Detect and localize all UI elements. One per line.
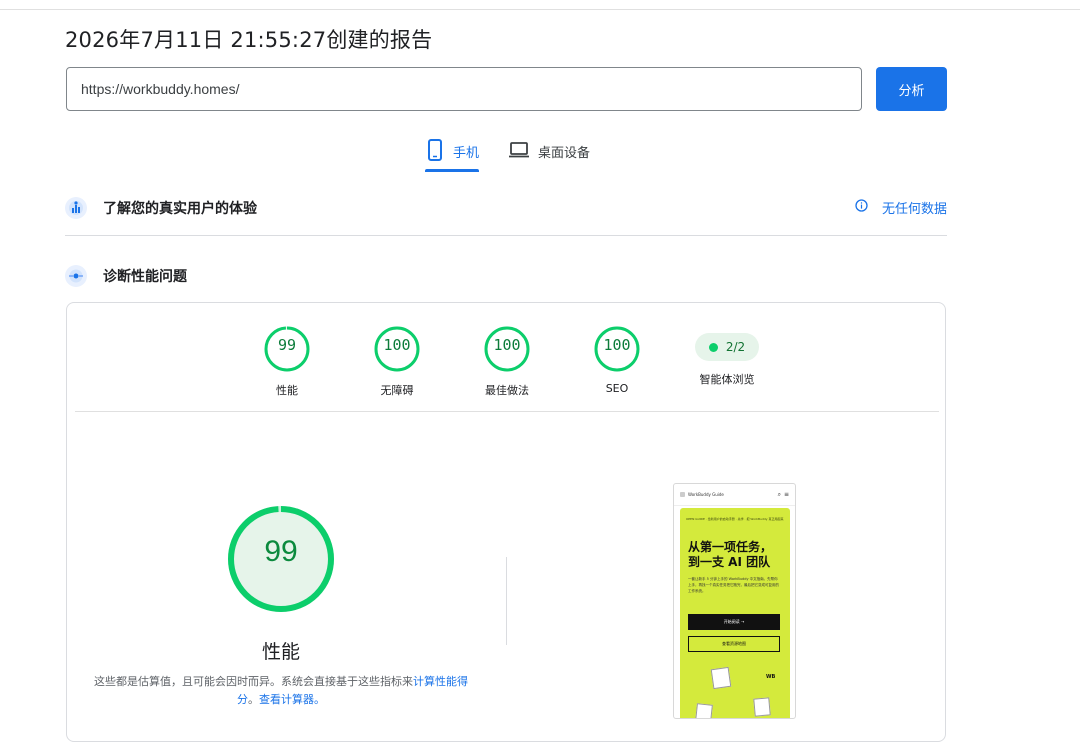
agentic-label: 智能体浏览 xyxy=(699,373,755,386)
score-value: 100 xyxy=(603,336,631,354)
scores-card: 99 性能 100 无障碍 100 最佳做法 100 SEO 2/2 智能体浏览 xyxy=(66,302,946,742)
tab-mobile[interactable]: 手机 xyxy=(425,138,480,172)
thumb-site-name: WorkBuddy Guide xyxy=(688,492,724,497)
thumb-card xyxy=(695,703,713,718)
score-best-practices[interactable]: 100 最佳做法 xyxy=(472,325,542,398)
performance-score: 99 xyxy=(264,535,298,568)
tab-desktop[interactable]: 桌面设备 xyxy=(508,138,590,172)
thumb-headline: 从第一项任务， 到一支 AI 团队 xyxy=(688,540,773,569)
info-icon xyxy=(855,199,868,216)
thumb-menu-icon: ≡ xyxy=(783,491,789,498)
thumb-primary-cta: 开始阅读 → xyxy=(688,614,780,630)
thumb-tagline: OPEN GUIDE · 给新用户的启动手册 · 先学 · 把 WorkBudd… xyxy=(686,517,784,521)
score-label: 性能 xyxy=(276,384,298,397)
performance-label: 性能 xyxy=(261,641,300,663)
score-gauge: 100 xyxy=(483,325,531,373)
tab-mobile-label: 手机 xyxy=(453,146,480,161)
thumb-card xyxy=(710,666,732,690)
lab-data-section: 诊断性能问题 xyxy=(65,262,947,290)
score-label: 最佳做法 xyxy=(485,384,529,397)
thumb-logo-icon xyxy=(680,492,685,497)
score-value: 99 xyxy=(277,336,297,354)
pass-dot-icon xyxy=(708,342,718,352)
score-label: 无障碍 xyxy=(380,384,414,397)
agentic-value: 2/2 xyxy=(725,340,746,354)
thumb-subtext: 一套让新手 5 分钟上手的 WorkBuddy 中文指南。先帮你上手，再找一个真… xyxy=(688,577,779,593)
note-sep: 。 xyxy=(248,693,259,706)
vertical-separator xyxy=(506,557,507,645)
score-label: SEO xyxy=(605,382,629,395)
field-data-title: 了解您的真实用户的体验 xyxy=(103,201,257,217)
lab-data-title: 诊断性能问题 xyxy=(103,269,187,285)
score-value: 100 xyxy=(383,336,411,354)
agentic-pill: 2/2 xyxy=(694,333,760,361)
section-divider xyxy=(65,235,947,236)
top-border xyxy=(0,9,1080,10)
score-performance[interactable]: 99 性能 xyxy=(252,325,322,398)
no-data-link[interactable]: 无任何数据 xyxy=(855,198,947,217)
calculator-link[interactable]: 查看计算器。 xyxy=(259,693,325,706)
tab-desktop-label: 桌面设备 xyxy=(538,146,591,161)
card-divider xyxy=(75,411,939,412)
users-chart-icon xyxy=(65,197,87,219)
thumb-secondary-cta: 查看资源地图 xyxy=(688,636,780,652)
note-text: 这些都是估算值，且可能会因时而异。系统会直接基于这些指标来 xyxy=(94,675,413,688)
thumb-hero: OPEN GUIDE · 给新用户的启动手册 · 先学 · 把 WorkBudd… xyxy=(680,508,790,718)
score-seo[interactable]: 100 SEO xyxy=(582,325,652,395)
performance-note: 这些都是估算值，且可能会因时而异。系统会直接基于这些指标来计算性能得分。查看计算… xyxy=(91,673,471,709)
report-title: 2026年7月11日 21:55:27创建的报告 xyxy=(65,28,433,52)
smartphone-icon xyxy=(425,138,445,166)
no-data-label: 无任何数据 xyxy=(881,202,947,217)
score-gauge: 100 xyxy=(593,325,641,373)
thumb-card xyxy=(753,697,771,717)
analyze-button[interactable]: 分析 xyxy=(876,67,947,111)
final-screenshot: WorkBuddy Guide ⌕ ≡ OPEN GUIDE · 给新用户的启动… xyxy=(673,483,796,719)
score-agentic-browsing[interactable]: 2/2 智能体浏览 xyxy=(682,325,772,387)
lab-pulse-icon xyxy=(65,265,87,287)
score-gauge: 99 xyxy=(263,325,311,373)
laptop-icon xyxy=(508,138,530,166)
thumb-search-icon: ⌕ xyxy=(777,490,781,498)
score-gauge: 100 xyxy=(373,325,421,373)
field-data-section: 了解您的真实用户的体验 无任何数据 xyxy=(65,194,947,222)
thumb-header: WorkBuddy Guide ⌕ ≡ xyxy=(674,484,795,506)
score-value: 100 xyxy=(493,336,521,354)
thumb-badge: WB xyxy=(766,674,776,680)
score-accessibility[interactable]: 100 无障碍 xyxy=(362,325,432,398)
url-input[interactable] xyxy=(66,67,862,111)
